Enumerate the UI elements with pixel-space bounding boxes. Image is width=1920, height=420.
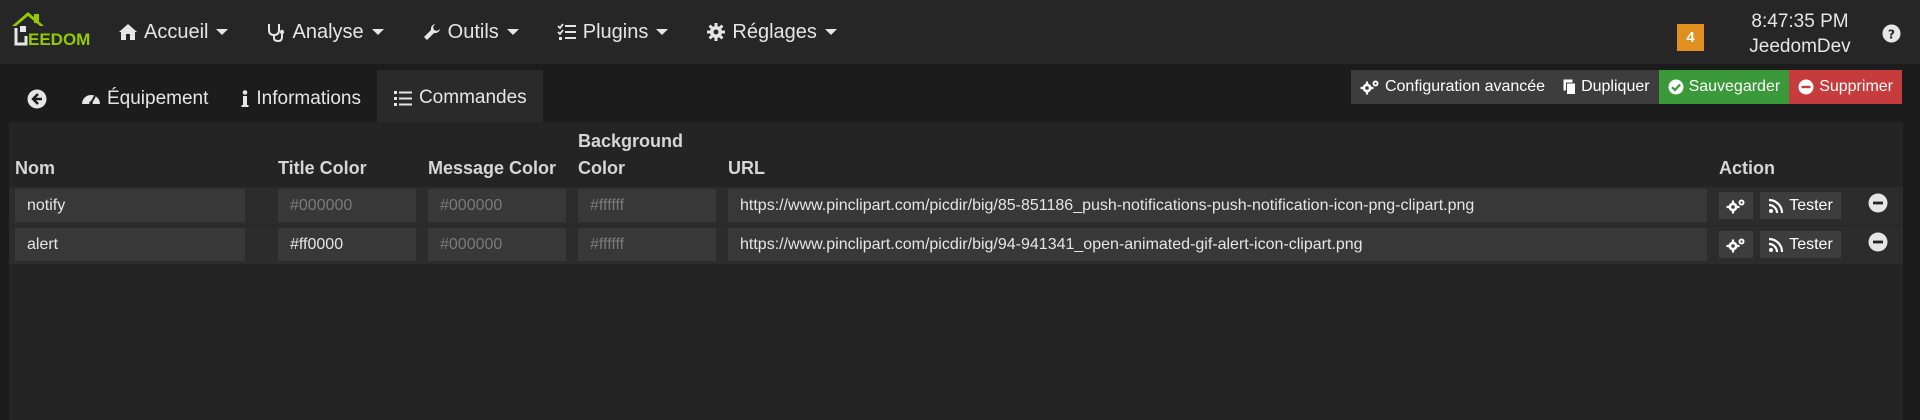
title-color-input[interactable]: #000000 (278, 189, 416, 222)
tab-informations[interactable]: Informations (224, 70, 377, 128)
rss-icon (1769, 198, 1784, 213)
nav-item-label: Réglages (732, 20, 817, 43)
button-label: Sauvegarder (1688, 78, 1781, 95)
tab-equipement[interactable]: Équipement (65, 70, 224, 128)
nav-item-plugins[interactable]: Plugins (557, 0, 669, 64)
url-input[interactable]: https://www.pinclipart.com/picdir/big/85… (728, 189, 1707, 222)
caret-down-icon (824, 29, 837, 35)
button-label: Tester (1789, 196, 1833, 214)
minus-circle-icon (1798, 79, 1814, 95)
main-content: Équipement Informations Commandes Config… (0, 64, 1920, 420)
list-icon (393, 91, 412, 106)
header-title-color: Title Color (278, 158, 367, 178)
back-arrow-icon (27, 89, 47, 109)
nav-item-outils[interactable]: Outils (422, 0, 519, 64)
header-action: Action (1719, 158, 1775, 178)
configure-command-button[interactable] (1719, 231, 1753, 258)
home-icon (119, 24, 137, 40)
advanced-config-button[interactable]: Configuration avancée (1350, 70, 1555, 104)
gear-icon (707, 23, 726, 41)
cogs-icon (1726, 238, 1745, 252)
rss-icon (1769, 237, 1784, 252)
message-color-input[interactable]: #000000 (428, 189, 566, 222)
svg-text:?: ? (1888, 27, 1895, 41)
main-menu: Accueil Analyse Outils Plugins Réglages (118, 0, 875, 64)
cogs-icon (1726, 199, 1745, 213)
duplicate-button[interactable]: Dupliquer (1554, 70, 1659, 104)
clock-time: 8:47:35 PM (1751, 11, 1849, 32)
save-button[interactable]: Sauvegarder (1658, 70, 1790, 104)
header-background-color-line1: Background (578, 131, 684, 151)
nav-item-label: Analyse (292, 20, 364, 43)
stethoscope-icon (268, 24, 285, 42)
user-name: JeedomDev (1749, 36, 1851, 57)
caret-down-icon (216, 29, 229, 35)
table-row: alert #ff0000 #000000 #ffffff https://ww… (9, 226, 1903, 264)
top-navbar: EEDOM Accueil Analyse Outils Plugins Rég… (0, 0, 1920, 64)
tab-commandes[interactable]: Commandes (376, 70, 543, 128)
tab-label: Équipement (107, 88, 209, 109)
commands-table: Nom Title Color Message Color Background… (9, 122, 1903, 420)
wrench-icon (423, 24, 440, 40)
nav-item-label: Outils (447, 20, 499, 43)
nav-item-accueil[interactable]: Accueil (118, 0, 229, 64)
info-icon (241, 90, 249, 107)
button-label: Supprimer (1819, 78, 1893, 95)
clock-user[interactable]: 8:47:35 PM JeedomDev (1740, 9, 1860, 59)
button-label: Dupliquer (1581, 78, 1650, 95)
nav-item-analyse[interactable]: Analyse (266, 0, 384, 64)
table-row: notify #000000 #000000 #ffffff https://w… (9, 187, 1903, 225)
header-nom: Nom (15, 158, 55, 178)
header-url: URL (728, 158, 765, 178)
button-label: Configuration avancée (1384, 78, 1546, 95)
caret-down-icon (506, 29, 519, 35)
background-color-input[interactable]: #ffffff (578, 189, 716, 222)
background-color-input[interactable]: #ffffff (578, 228, 716, 261)
tab-back[interactable] (9, 70, 65, 128)
jeedom-logo[interactable]: EEDOM (8, 8, 96, 52)
nav-item-label: Plugins (582, 20, 649, 43)
help-icon[interactable]: ? (1882, 24, 1901, 43)
nom-input[interactable]: notify (15, 189, 245, 222)
header-background-color-line2: Color (578, 158, 625, 178)
action-buttons: Configuration avancée Dupliquer Sauvegar… (1350, 70, 1902, 104)
url-input[interactable]: https://www.pinclipart.com/picdir/big/94… (728, 228, 1707, 261)
test-command-button[interactable]: Tester (1760, 192, 1841, 219)
title-color-input[interactable]: #ff0000 (278, 228, 416, 261)
nav-item-label: Accueil (144, 20, 209, 43)
caret-down-icon (371, 29, 384, 35)
tachometer-icon (82, 95, 100, 105)
button-label: Tester (1789, 235, 1833, 253)
check-circle-icon (1668, 79, 1684, 95)
configure-command-button[interactable] (1719, 192, 1753, 219)
message-color-input[interactable]: #000000 (428, 228, 566, 261)
logo-text: EEDOM (28, 30, 91, 49)
copy-icon (1563, 79, 1577, 95)
remove-command-icon[interactable] (1868, 232, 1888, 252)
remove-command-icon[interactable] (1868, 193, 1888, 213)
tasks-icon (557, 23, 576, 40)
nav-item-reglages[interactable]: Réglages (706, 0, 837, 64)
caret-down-icon (656, 29, 669, 35)
delete-button[interactable]: Supprimer (1789, 70, 1902, 104)
header-message-color: Message Color (428, 158, 557, 178)
cogs-icon (1360, 80, 1379, 95)
tab-label: Informations (256, 88, 361, 109)
tab-label: Commandes (418, 87, 527, 108)
tab-bar: Équipement Informations Commandes (9, 70, 543, 128)
test-command-button[interactable]: Tester (1760, 231, 1841, 258)
nom-input[interactable]: alert (15, 228, 245, 261)
notification-badge[interactable]: 4 (1677, 24, 1704, 51)
